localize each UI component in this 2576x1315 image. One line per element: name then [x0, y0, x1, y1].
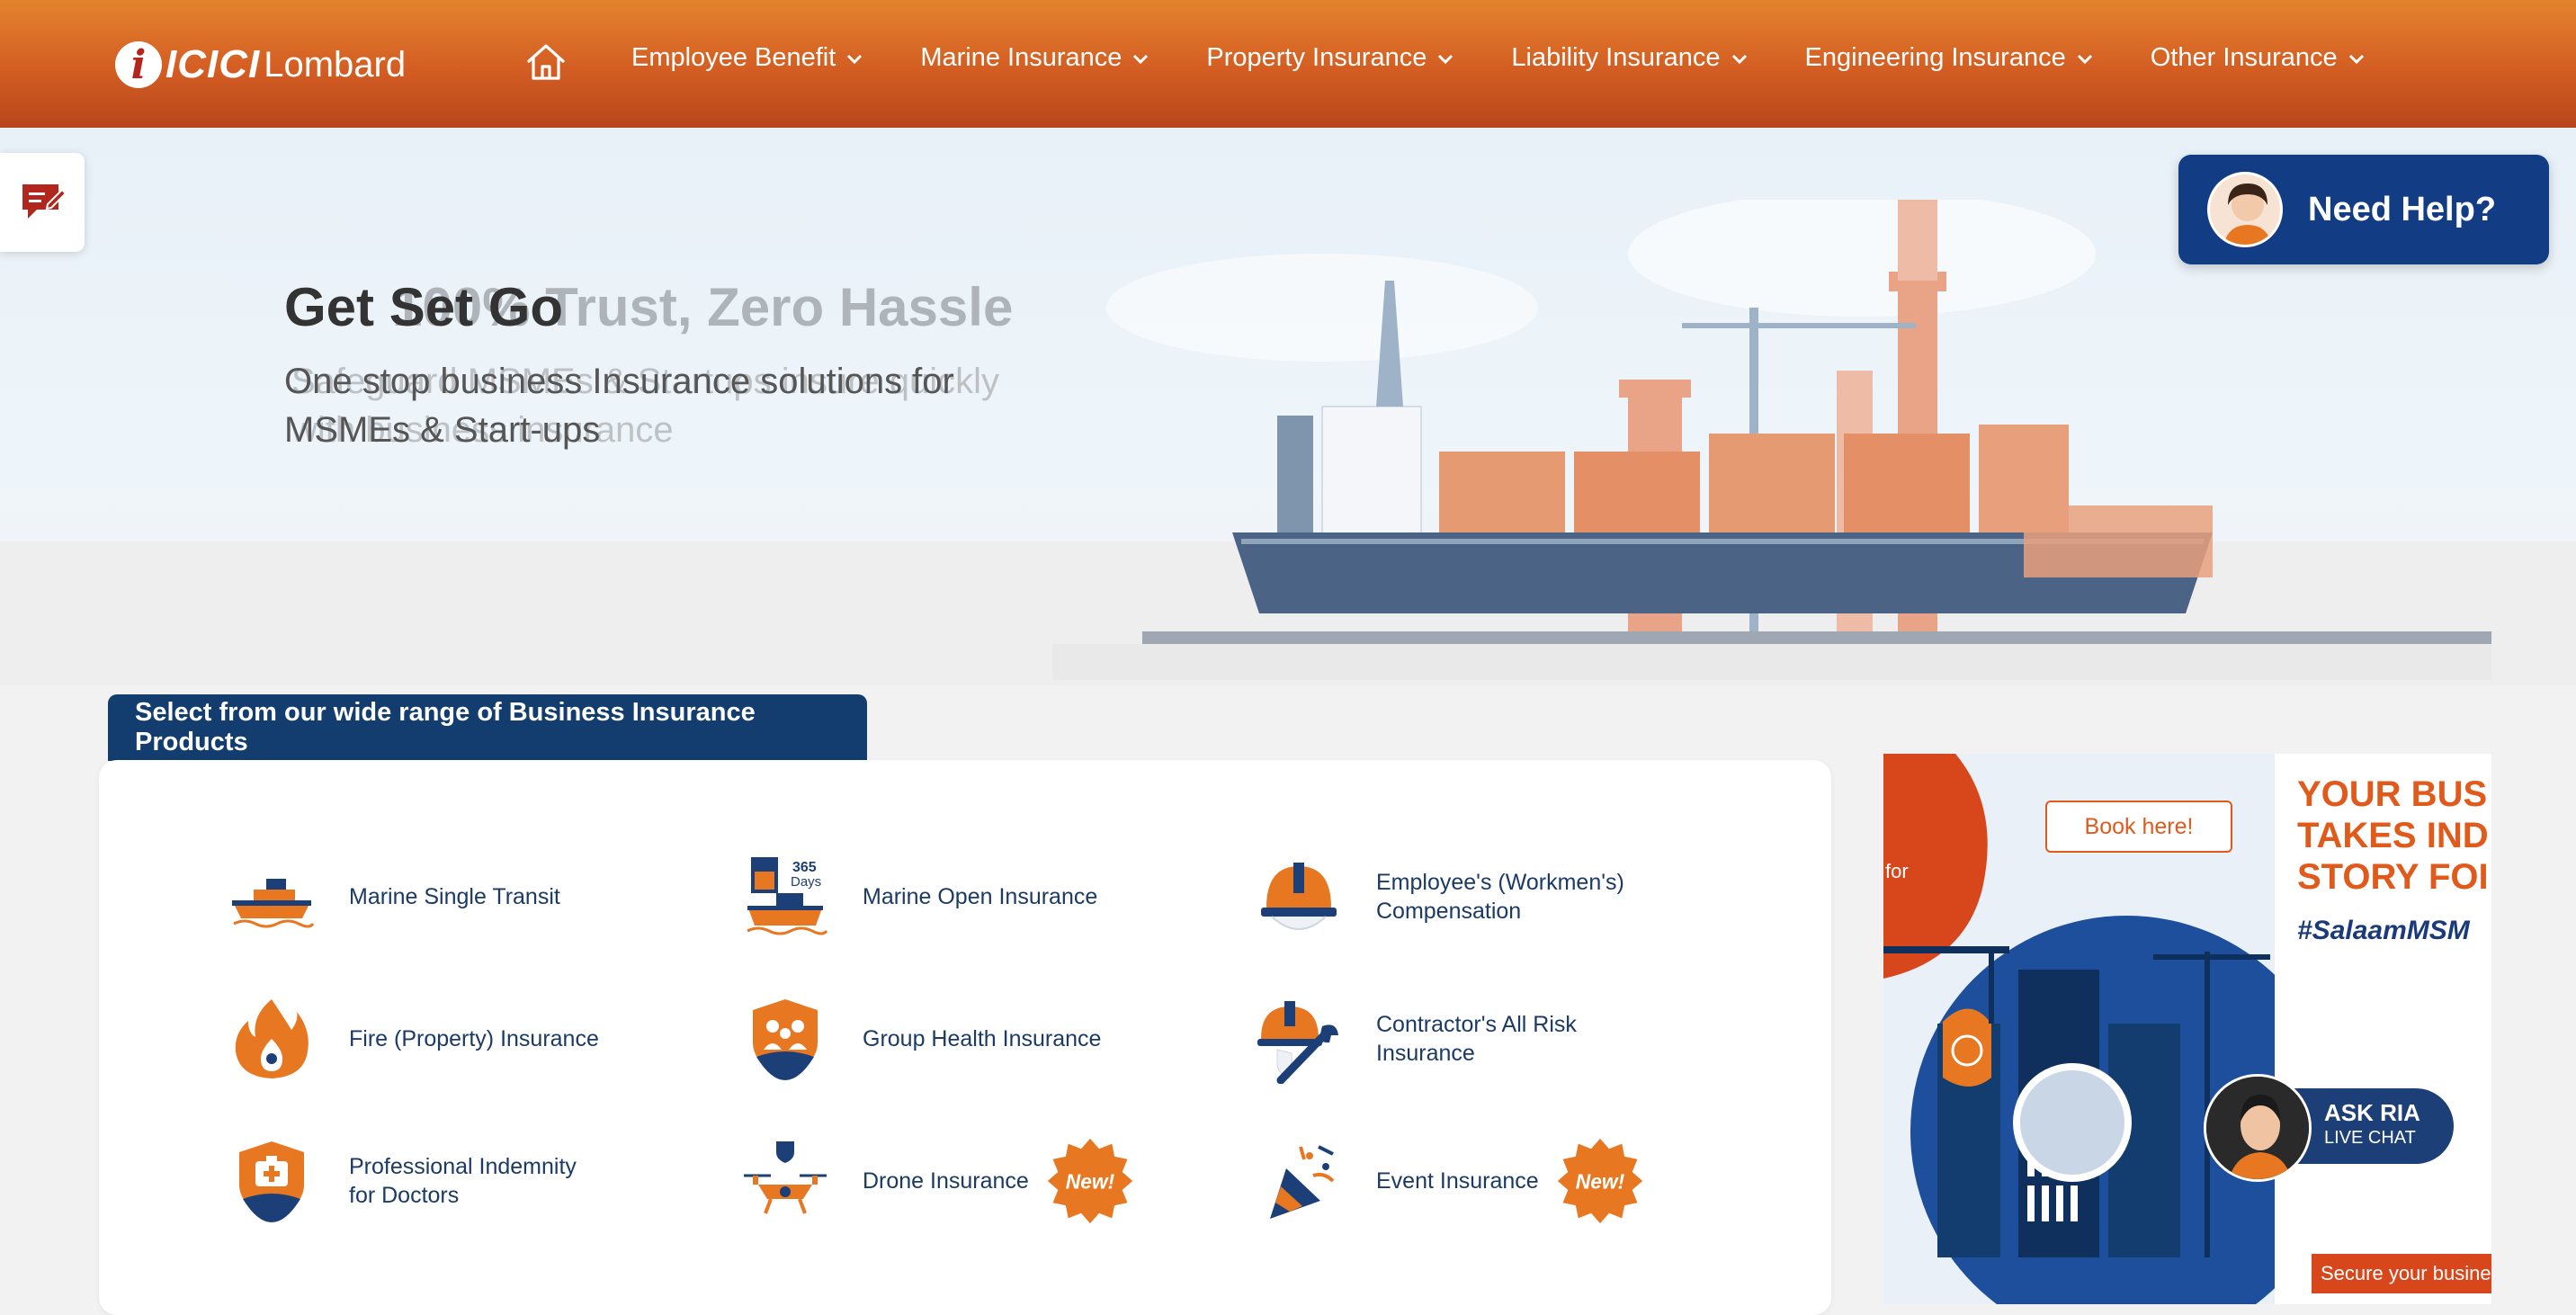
product-label: Contractor's All Risk Insurance [1376, 1012, 1577, 1066]
menu-label: Liability Insurance [1511, 43, 1721, 72]
promo-hashtag: #SalaamMSM [2297, 916, 2470, 945]
ask-ria-live-chat[interactable]: ASK RIA LIVE CHAT [2204, 1074, 2454, 1182]
menu-marine-insurance[interactable]: Marine Insurance [920, 43, 1150, 73]
menu-engineering-insurance[interactable]: Engineering Insurance [1805, 43, 2095, 73]
product-contractors-all-risk[interactable]: Contractor's All Risk Insurance [1254, 994, 1610, 1084]
hero-title: Get Set Go [284, 277, 564, 337]
new-badge: New! [1557, 1138, 1642, 1224]
product-drone-insurance[interactable]: Drone Insurance New! [740, 1136, 1135, 1226]
product-event-insurance[interactable]: Event Insurance New! [1254, 1136, 1645, 1226]
logo-mark: i [115, 41, 162, 88]
chat-title: ASK RIA [2324, 1099, 2420, 1126]
fire-icon [235, 999, 309, 1078]
logo-word-lombard: Lombard [264, 44, 407, 85]
chevron-down-icon [2077, 54, 2092, 64]
menu-employee-benefit[interactable]: Employee Benefit [631, 43, 864, 73]
product-fire-property-insurance[interactable]: Fire (Property) Insurance [227, 994, 599, 1084]
product-group-health-insurance[interactable]: Group Health Insurance [740, 994, 1101, 1084]
helmet-wrench-icon [1257, 1001, 1338, 1084]
logo-word-icici: ICICI [165, 42, 261, 86]
feedback-button[interactable] [0, 153, 85, 252]
product-label: Group Health Insurance [863, 1026, 1102, 1051]
chevron-down-icon [847, 54, 863, 64]
ria-avatar [2204, 1074, 2312, 1182]
chevron-down-icon [1731, 54, 1747, 64]
promo-headline: YOUR BUS TAKES IND STORY FOI [2297, 774, 2489, 897]
book-here-button[interactable]: Book here! [2045, 801, 2232, 853]
menu-other-insurance[interactable]: Other Insurance [2151, 43, 2366, 73]
cargo-ship-illustration [1052, 200, 2491, 680]
products-panel: Marine Single Transit 365 Days Marine Op… [99, 760, 1831, 1315]
product-marine-open-insurance[interactable]: 365 Days Marine Open Insurance [740, 852, 1097, 942]
hero-subtitle: One stop business Insurance solutions fo… [284, 362, 954, 450]
svg-text:Days: Days [791, 874, 821, 890]
menu-label: Employee Benefit [631, 43, 836, 72]
menu-label: Other Insurance [2150, 43, 2338, 72]
chevron-down-icon [1438, 54, 1453, 64]
promo-for-text: for [1885, 860, 1909, 882]
chat-subtitle: LIVE CHAT [2324, 1128, 2416, 1148]
home-icon[interactable] [523, 40, 568, 85]
ship-icon [232, 879, 315, 928]
medical-kit-icon [239, 1141, 304, 1222]
product-label: Fire (Property) Insurance [349, 1026, 599, 1051]
products-heading: Select from our wide range of Business I… [108, 694, 867, 761]
main-menu: Employee Benefit Marine Insurance Proper… [631, 43, 2366, 73]
party-popper-icon [1270, 1145, 1335, 1219]
product-label: Employee's (Workmen's) Compensation [1376, 870, 1624, 924]
menu-property-insurance[interactable]: Property Insurance [1206, 43, 1455, 73]
product-professional-indemnity-doctors[interactable]: Professional Indemnity for Doctors [227, 1136, 601, 1226]
menu-liability-insurance[interactable]: Liability Insurance [1511, 43, 1749, 73]
product-label: Event Insurance [1376, 1168, 1539, 1194]
product-label: Drone Insurance [863, 1168, 1029, 1194]
menu-label: Property Insurance [1206, 43, 1427, 72]
svg-text:New!: New! [1066, 1170, 1115, 1194]
secure-business-bar[interactable]: Secure your busine [2312, 1254, 2491, 1293]
salaam-msme-promo-banner[interactable]: YOUR BUS TAKES IND STORY FOI #SalaamMSM … [1883, 754, 2491, 1304]
chevron-down-icon [2348, 54, 2364, 64]
family-shield-icon [753, 999, 818, 1080]
menu-label: Engineering Insurance [1804, 43, 2066, 72]
agent-avatar [2207, 172, 2283, 247]
feedback-edit-icon [22, 184, 67, 219]
svg-text:New!: New! [1575, 1170, 1624, 1194]
icici-lombard-logo[interactable]: i ICICI Lombard [115, 34, 430, 95]
product-label: Marine Open Insurance [863, 884, 1098, 909]
chevron-down-icon [1133, 54, 1149, 64]
helmet-icon [1261, 863, 1337, 930]
menu-label: Marine Insurance [920, 43, 1123, 72]
product-label: Professional Indemnity for Doctors [349, 1154, 577, 1208]
new-badge: New! [1047, 1138, 1132, 1224]
product-workmens-compensation[interactable]: Employee's (Workmen's) Compensation [1254, 852, 1646, 942]
need-help-label: Need Help? [2308, 190, 2497, 228]
calendar-ship-icon: 365 Days [747, 857, 828, 935]
product-label: Marine Single Transit [349, 884, 560, 909]
svg-text:365: 365 [792, 860, 817, 875]
drone-icon [744, 1141, 827, 1214]
top-navigation-bar: i ICICI Lombard Employee Benefit Marine … [0, 0, 2576, 128]
need-help-button[interactable]: Need Help? [2178, 155, 2549, 264]
product-marine-single-transit[interactable]: Marine Single Transit [227, 852, 560, 942]
